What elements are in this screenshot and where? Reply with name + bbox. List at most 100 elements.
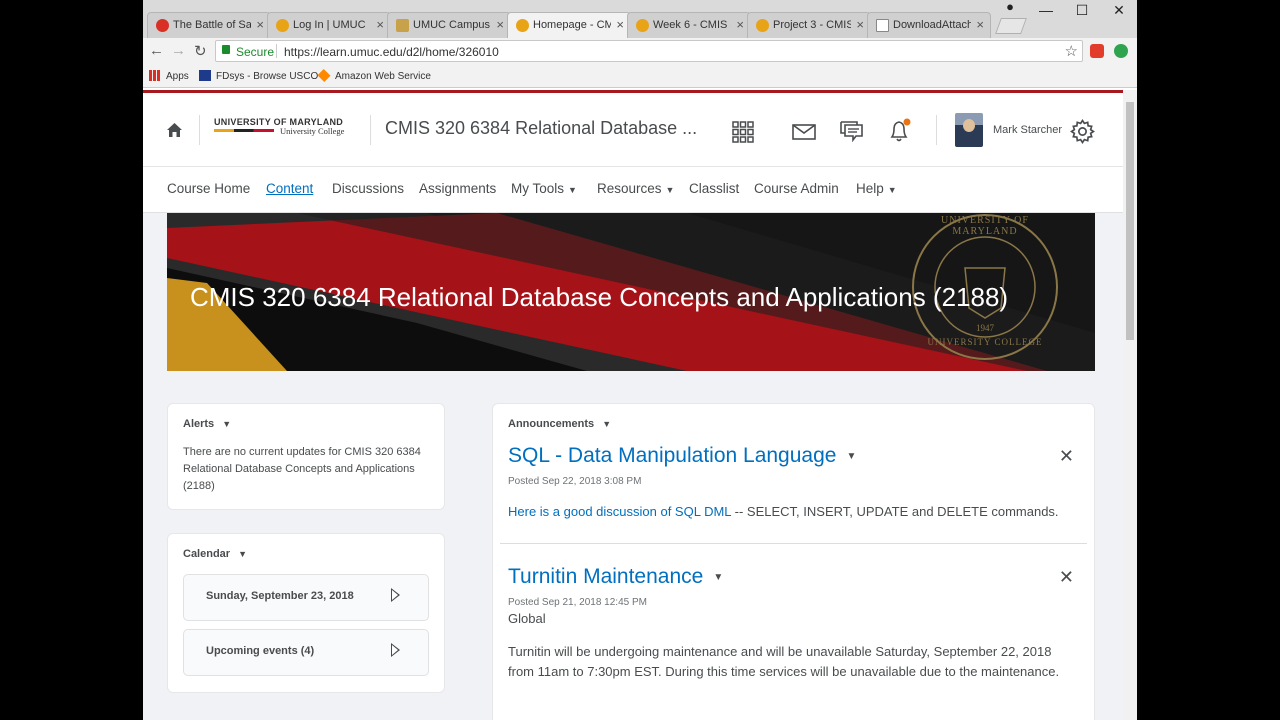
extension-icon[interactable]: [1114, 44, 1128, 58]
dismiss-close-icon[interactable]: ✕: [1059, 446, 1074, 467]
forward-arrow-icon[interactable]: →: [171, 42, 186, 59]
browser-window: The Battle of San × Log In | UMUC × UMUC…: [143, 0, 1137, 720]
tab-label: The Battle of San: [173, 19, 251, 31]
course-title[interactable]: CMIS 320 6384 Relational Database ...: [385, 118, 697, 139]
close-tab-icon[interactable]: ×: [256, 17, 264, 32]
chevron-down-icon[interactable]: ▼: [713, 572, 723, 583]
chevron-down-icon: ▼: [665, 185, 675, 195]
nav-course-admin[interactable]: Course Admin: [754, 181, 839, 196]
nav-assignments[interactable]: Assignments: [419, 181, 496, 196]
calendar-date-row[interactable]: Sunday, September 23, 2018: [183, 574, 429, 621]
close-tab-icon[interactable]: ×: [976, 17, 984, 32]
bookmark-fdsys[interactable]: FDsys - Browse USCO: [199, 70, 318, 82]
new-tab-button[interactable]: [995, 18, 1027, 34]
tab-login[interactable]: Log In | UMUC ×: [267, 12, 391, 38]
announcement-date: Posted Sep 22, 2018 3:08 PM: [508, 476, 642, 487]
announcements-heading[interactable]: Announcements ▼: [508, 418, 611, 430]
close-tab-icon[interactable]: ×: [856, 17, 864, 32]
page-scrollbar[interactable]: [1123, 90, 1137, 720]
announcement-link[interactable]: Here is a good discussion of SQL DML: [508, 504, 731, 519]
close-tab-icon[interactable]: ×: [376, 17, 384, 32]
close-tab-icon[interactable]: ×: [736, 17, 744, 32]
chevron-down-icon: ▼: [238, 549, 247, 559]
dismiss-close-icon[interactable]: ✕: [1059, 567, 1074, 588]
tab-label: Log In | UMUC: [293, 19, 366, 31]
seal-year: 1947: [976, 323, 994, 333]
settings-gear-icon[interactable]: [1070, 119, 1095, 144]
course-selector-grid-icon[interactable]: [732, 121, 754, 143]
announcement-scope: Global: [508, 611, 546, 626]
divider: [500, 543, 1087, 544]
close-tab-icon[interactable]: ×: [496, 17, 504, 32]
reload-icon[interactable]: ↻: [194, 42, 207, 60]
announcement-body: Turnitin will be undergoing maintenance …: [508, 644, 1060, 679]
upcoming-events-label: Upcoming events (4): [206, 645, 315, 657]
chevron-down-icon: ▼: [602, 419, 612, 429]
announcement-title[interactable]: SQL - Data Manipulation Language ▼: [508, 444, 856, 468]
alerts-text: There are no current updates for CMIS 32…: [183, 446, 421, 492]
nav-resources[interactable]: Resources ▼: [597, 181, 674, 196]
seal-text-bottom: UNIVERSITY COLLEGE: [927, 337, 1043, 347]
tab-label: DownloadAttach: [893, 19, 971, 31]
nav-content[interactable]: Content: [266, 181, 313, 196]
secure-label: Secure: [236, 45, 275, 59]
course-navbar: Course Home Content Discussions Assignme…: [143, 167, 1123, 213]
tab-week6[interactable]: Week 6 - CMIS 32 ×: [627, 12, 751, 38]
user-name[interactable]: Mark Starcher: [993, 124, 1062, 136]
announcement-title[interactable]: Turnitin Maintenance ▼: [508, 565, 723, 589]
nav-classlist[interactable]: Classlist: [689, 181, 739, 196]
maximize-button[interactable]: ☐: [1064, 2, 1100, 19]
minimize-button[interactable]: —: [1028, 2, 1064, 18]
announcement-body: Here is a good discussion of SQL DML -- …: [508, 504, 1059, 519]
nav-help[interactable]: Help ▼: [856, 181, 897, 196]
d2l-favicon-icon: [516, 19, 529, 32]
tab-homepage[interactable]: Homepage - CMIS ×: [507, 12, 631, 38]
umuc-logo[interactable]: UNIVERSITY OF MARYLAND University Colleg…: [214, 117, 344, 136]
document-icon: [876, 19, 889, 32]
calendar-heading[interactable]: Calendar ▼: [183, 548, 247, 560]
chevron-down-icon[interactable]: ▼: [846, 451, 856, 462]
notification-bell-icon[interactable]: [888, 118, 912, 143]
play-arrow-icon: [391, 588, 400, 602]
announcement-date: Posted Sep 21, 2018 12:45 PM: [508, 597, 647, 608]
tab-download[interactable]: DownloadAttach ×: [867, 12, 991, 38]
home-icon[interactable]: [167, 123, 182, 137]
scrollbar-thumb[interactable]: [1126, 102, 1134, 340]
close-window-button[interactable]: ✕: [1101, 2, 1137, 19]
tab-project3[interactable]: Project 3 - CMIS ×: [747, 12, 871, 38]
upcoming-events-row[interactable]: Upcoming events (4): [183, 629, 429, 676]
tab-campus[interactable]: UMUC Campus ×: [387, 12, 511, 38]
nav-discussions[interactable]: Discussions: [332, 181, 404, 196]
nav-course-home[interactable]: Course Home: [167, 181, 250, 196]
tab-label: Project 3 - CMIS: [773, 19, 851, 31]
d2l-favicon-icon: [276, 19, 289, 32]
alerts-heading[interactable]: Alerts ▼: [183, 418, 231, 430]
site-favicon-icon: [156, 19, 169, 32]
bookmark-apps[interactable]: Apps: [149, 70, 189, 82]
tab-battle[interactable]: The Battle of San ×: [147, 12, 271, 38]
mail-icon[interactable]: [792, 124, 816, 140]
play-arrow-icon: [391, 643, 400, 657]
profile-icon[interactable]: ●: [992, 0, 1028, 14]
lock-icon: [222, 45, 230, 54]
announcements-widget: Announcements ▼ SQL - Data Manipulation L…: [492, 403, 1095, 720]
extension-icon[interactable]: [1090, 44, 1104, 58]
nav-my-tools[interactable]: My Tools ▼: [511, 181, 577, 196]
avatar[interactable]: [955, 113, 983, 147]
bookmark-aws[interactable]: Amazon Web Service: [317, 68, 431, 83]
chat-bubbles-icon[interactable]: [839, 121, 864, 143]
course-header: UNIVERSITY OF MARYLAND University Colleg…: [143, 93, 1123, 167]
banner-title: CMIS 320 6384 Relational Database Concep…: [190, 282, 1009, 312]
page-content: UNIVERSITY OF MARYLAND University Colleg…: [143, 90, 1123, 720]
course-banner: UNIVERSITY OF MARYLAND UNIVERSITY COLLEG…: [167, 213, 1095, 371]
seal-text-top: UNIVERSITY OF MARYLAND: [941, 215, 1029, 237]
close-tab-icon[interactable]: ×: [616, 17, 624, 32]
bookmark-star-icon[interactable]: ☆: [1065, 42, 1078, 60]
address-bar[interactable]: Secure https://learn.umuc.edu/d2l/home/3…: [215, 40, 1083, 62]
d2l-favicon-icon: [756, 19, 769, 32]
apps-grid-icon: [149, 70, 161, 81]
calendar-widget: Calendar ▼ Sunday, September 23, 2018 Upc…: [167, 533, 445, 693]
url-text[interactable]: https://learn.umuc.edu/d2l/home/326010: [284, 45, 499, 59]
alerts-widget: Alerts ▼ There are no current updates for…: [167, 403, 445, 510]
back-arrow-icon[interactable]: ←: [149, 42, 164, 59]
